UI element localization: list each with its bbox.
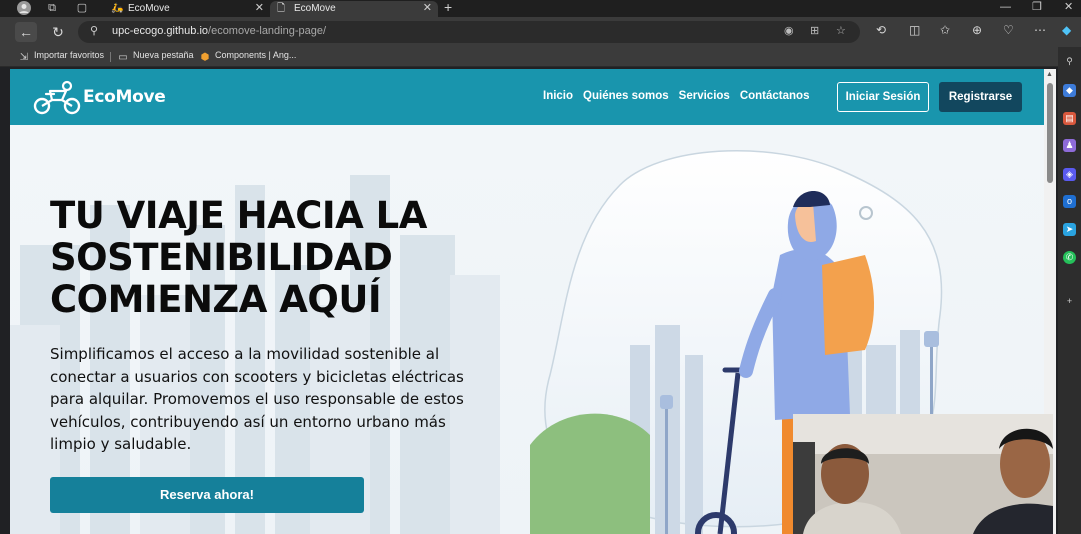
register-button[interactable]: Registrarse	[939, 82, 1022, 112]
whatsapp-icon[interactable]: ✆	[1063, 251, 1076, 264]
angular-icon: ⬢	[200, 52, 210, 63]
brand-name[interactable]: EcoMove	[83, 87, 166, 107]
close-tab-icon[interactable]: ✕	[423, 1, 432, 16]
bookmark-components[interactable]: ⬢ Components | Ang...	[199, 50, 297, 63]
url-text: upc-ecogo.github.io/ecomove-landing-page…	[112, 25, 327, 37]
profile-avatar-icon[interactable]	[16, 1, 32, 16]
browser-essentials-icon[interactable]: ♡	[1003, 23, 1014, 37]
address-bar[interactable]: ⚲ upc-ecogo.github.io/ecomove-landing-pa…	[78, 21, 860, 43]
bookmark-separator	[110, 52, 111, 62]
main-nav: Inicio Quiénes somos Servicios Contáctan…	[543, 90, 809, 102]
copilot-icon[interactable]: ◆	[1062, 23, 1071, 37]
location-icon[interactable]: ◉	[784, 24, 794, 37]
copilot-sidebar-icon[interactable]: ◈	[1063, 168, 1076, 181]
close-window-icon[interactable]: ✕	[1064, 0, 1073, 15]
tab-title: EcoMove	[294, 3, 336, 14]
site-info-icon[interactable]: ⚲	[90, 24, 98, 37]
nav-inicio[interactable]: Inicio	[543, 90, 573, 102]
hero-description: Simplificamos el acceso a la movilidad s…	[50, 345, 464, 453]
tools-icon[interactable]: ▤	[1063, 112, 1076, 125]
bookmark-new-tab[interactable]: ▭ Nueva pestaña	[117, 50, 193, 63]
telegram-icon[interactable]: ➤	[1063, 223, 1076, 236]
nav-quienes-somos[interactable]: Quiénes somos	[583, 90, 669, 102]
search-icon[interactable]: ⚲	[1063, 55, 1076, 68]
favorite-star-icon[interactable]: ☆	[836, 24, 846, 37]
tab-title: EcoMove	[128, 3, 170, 14]
app-available-icon[interactable]: ⊞	[810, 24, 819, 37]
scroll-up-icon[interactable]: ▲	[1046, 71, 1053, 78]
games-icon[interactable]: ♟	[1063, 139, 1076, 152]
browser-tab-bar: ⧉ ▢ 🛵 EcoMove ✕ 🗋 EcoMove ✕ + — ❐ ✕	[0, 0, 1081, 17]
add-sidebar-icon[interactable]: +	[1063, 295, 1076, 308]
tab-icon: ▭	[118, 52, 128, 63]
refresh-icon[interactable]: ↻	[47, 22, 69, 42]
new-tab-icon[interactable]: +	[444, 0, 452, 15]
collections-icon[interactable]: ⊕	[972, 23, 982, 37]
back-icon[interactable]: ←	[15, 22, 37, 42]
hero-title: TU VIAJE HACIA LA SOSTENIBILIDAD COMIENZ…	[50, 194, 427, 321]
tab-ecomove-1[interactable]: 🛵 EcoMove ✕	[104, 1, 270, 17]
scooter-icon: 🛵	[111, 3, 124, 14]
shopping-icon[interactable]: ◆	[1063, 84, 1076, 97]
outlook-icon[interactable]: o	[1063, 195, 1076, 208]
split-screen-icon[interactable]: ◫	[909, 23, 920, 37]
page-icon: 🗋	[277, 3, 286, 14]
browser-toolbar: ← ↻ ⚲ upc-ecogo.github.io/ecomove-landin…	[0, 17, 1081, 47]
reserve-now-button[interactable]: Reserva ahora!	[50, 477, 364, 513]
close-tab-icon[interactable]: ✕	[255, 1, 264, 16]
extensions-icon[interactable]: ⟲	[876, 23, 886, 37]
import-icon: ⇲	[19, 52, 29, 63]
workspaces-icon[interactable]: ⧉	[44, 1, 60, 16]
nav-servicios[interactable]: Servicios	[679, 90, 730, 102]
nav-contactanos[interactable]: Contáctanos	[740, 90, 810, 102]
bike-logo-icon[interactable]	[32, 79, 82, 115]
tab-ecomove-2[interactable]: 🗋 EcoMove ✕	[270, 1, 438, 17]
scrollbar-thumb[interactable]	[1047, 83, 1053, 183]
tab-actions-icon[interactable]: ▢	[74, 1, 90, 16]
more-menu-icon[interactable]: ⋯	[1034, 23, 1046, 37]
site-header: EcoMove Inicio Quiénes somos Servicios C…	[10, 69, 1044, 125]
bookmarks-bar: ⇲ Importar favoritos ▭ Nueva pestaña ⬢ Comp…	[0, 47, 1081, 67]
maximize-icon[interactable]: ❐	[1032, 0, 1042, 15]
minimize-icon[interactable]: —	[1000, 0, 1011, 15]
edge-sidebar: ⚲ ◆ ▤ ♟ ◈ o ➤ ✆ +	[1058, 47, 1081, 534]
bookmark-import[interactable]: ⇲ Importar favoritos	[18, 50, 104, 63]
favorites-icon[interactable]: ✩	[940, 23, 950, 37]
login-button[interactable]: Iniciar Sesión	[837, 82, 929, 112]
webcam-overlay	[793, 414, 1053, 534]
